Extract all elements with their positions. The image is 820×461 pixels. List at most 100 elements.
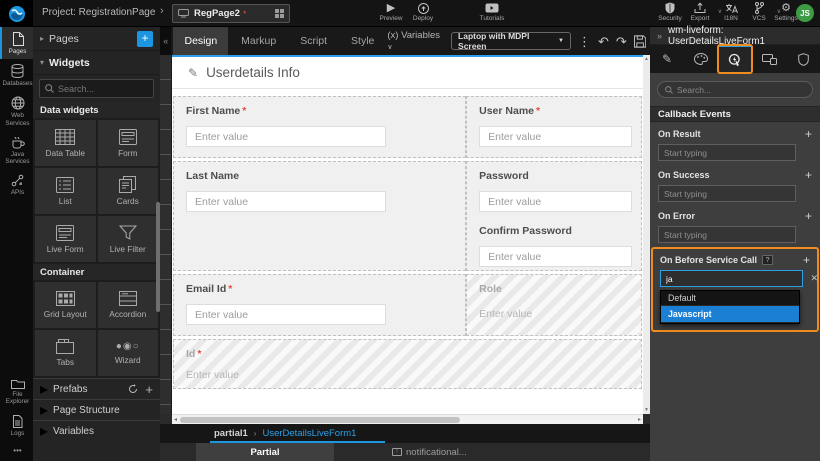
rail-item-file-explorer[interactable]: File Explorer bbox=[0, 373, 33, 409]
field-email-id[interactable]: Email Id* bbox=[173, 274, 466, 336]
export-button[interactable]: Export ∨ bbox=[683, 2, 717, 22]
deploy-button[interactable]: Deploy bbox=[406, 2, 440, 22]
security-button[interactable]: Security bbox=[653, 2, 687, 22]
rail-item-databases[interactable]: Databases bbox=[0, 59, 33, 91]
rail-more-button[interactable]: ••• bbox=[0, 441, 33, 459]
option-javascript[interactable]: Javascript bbox=[661, 306, 799, 323]
pages-grid-icon[interactable] bbox=[275, 9, 284, 18]
last-name-input[interactable] bbox=[186, 191, 386, 212]
email-id-input[interactable] bbox=[186, 304, 386, 325]
widget-live-form[interactable]: Live Form bbox=[35, 216, 96, 262]
widget-live-filter[interactable]: Live Filter bbox=[98, 216, 159, 262]
rail-item-pages[interactable]: Pages bbox=[0, 27, 33, 59]
tab-properties[interactable]: ✎ bbox=[650, 45, 684, 73]
redo-icon[interactable]: ↷ bbox=[616, 35, 627, 48]
page-structure-header[interactable]: ▸ Page Structure bbox=[33, 399, 160, 420]
confirm-password-input[interactable] bbox=[479, 246, 632, 267]
collapse-right-panel-icon[interactable]: » bbox=[657, 31, 662, 41]
collapse-panel-button[interactable]: « bbox=[160, 27, 171, 55]
help-icon[interactable]: ? bbox=[762, 255, 773, 265]
add-on-result-button[interactable]: + bbox=[805, 128, 812, 140]
widgets-section-header[interactable]: ▾ Widgets bbox=[33, 51, 160, 75]
undo-icon[interactable]: ↶ bbox=[598, 35, 609, 48]
widget-search[interactable] bbox=[39, 79, 154, 98]
breadcrumb-root[interactable]: partial1 bbox=[214, 428, 248, 439]
tutorials-button[interactable]: Tutorials bbox=[475, 2, 509, 22]
widget-cards[interactable]: Cards bbox=[98, 168, 159, 214]
scroll-up-icon[interactable]: ▲ bbox=[644, 56, 649, 62]
tab-markup[interactable]: Markup bbox=[230, 27, 287, 55]
clear-input-icon[interactable]: ✕ bbox=[810, 273, 818, 284]
user-avatar[interactable]: JS bbox=[796, 4, 814, 22]
cards-icon bbox=[119, 176, 136, 193]
scroll-right-icon[interactable]: ▸ bbox=[638, 416, 641, 423]
tab-partial[interactable]: Partial bbox=[196, 443, 334, 461]
tab-events[interactable] bbox=[718, 45, 752, 73]
rail-item-apis[interactable]: APIs bbox=[0, 169, 33, 200]
on-error-input[interactable] bbox=[658, 226, 796, 243]
variables-dropdown[interactable]: (x) Variables ∨ bbox=[387, 30, 444, 52]
add-page-button[interactable]: + bbox=[137, 31, 153, 47]
field-last-name[interactable]: Last Name bbox=[173, 161, 466, 271]
add-prefab-button[interactable]: + bbox=[145, 382, 153, 397]
globe-icon bbox=[11, 96, 25, 110]
user-name-input[interactable] bbox=[479, 126, 632, 147]
tab-design[interactable]: Design bbox=[173, 27, 228, 55]
field-first-name[interactable]: First Name* bbox=[173, 96, 466, 158]
device-dropdown[interactable]: Laptop with MDPI Screen▼ bbox=[451, 32, 571, 50]
before-call-input[interactable] bbox=[660, 270, 803, 287]
first-name-input[interactable] bbox=[186, 126, 386, 147]
rail-item-web-services[interactable]: Web Services bbox=[0, 91, 33, 130]
page-selector[interactable]: RegPage2 * bbox=[172, 4, 290, 23]
canvas-vertical-scrollbar[interactable]: ▲▼ bbox=[643, 55, 650, 414]
events-search[interactable] bbox=[657, 81, 813, 98]
tab-script[interactable]: Script bbox=[289, 27, 338, 55]
tab-style[interactable]: Style bbox=[340, 27, 385, 55]
on-result-input[interactable] bbox=[658, 144, 796, 161]
canvas-horizontal-scrollbar[interactable]: ◂ ▸ bbox=[172, 414, 643, 424]
add-on-error-button[interactable]: + bbox=[805, 210, 812, 222]
rail-item-java-services[interactable]: Java Services bbox=[0, 131, 33, 169]
variables-section-header[interactable]: ▸ Variables bbox=[33, 420, 160, 441]
on-success-input[interactable] bbox=[658, 185, 796, 202]
widget-form[interactable]: Form bbox=[98, 120, 159, 166]
event-on-error: On Error + bbox=[650, 204, 820, 245]
rail-item-logs[interactable]: Logs bbox=[0, 410, 33, 441]
prefabs-section-header[interactable]: ▸ Prefabs + bbox=[33, 378, 160, 399]
hscroll-thumb[interactable] bbox=[180, 417, 460, 423]
tab-styles[interactable] bbox=[684, 45, 718, 73]
container-header: Container bbox=[33, 264, 160, 280]
widget-grid-layout[interactable]: Grid Layout bbox=[35, 282, 96, 328]
field-role-hidden[interactable]: Role Enter value bbox=[466, 274, 642, 336]
widget-list[interactable]: List bbox=[35, 168, 96, 214]
refresh-icon[interactable] bbox=[128, 384, 138, 394]
breadcrumb-current[interactable]: UserDetailsLiveForm1 bbox=[262, 428, 356, 439]
scroll-left-icon[interactable]: ◂ bbox=[174, 416, 177, 423]
save-icon[interactable] bbox=[634, 35, 646, 48]
wavemaker-studio: Project: RegistrationPage › RegPage2 * ▶… bbox=[0, 0, 820, 461]
tab-security[interactable] bbox=[786, 45, 820, 73]
events-search-input[interactable] bbox=[677, 85, 787, 95]
add-before-call-button[interactable]: + bbox=[803, 254, 810, 266]
pages-section-header[interactable]: ▸ Pages + bbox=[33, 27, 160, 51]
field-id-hidden[interactable]: Id* Enter value bbox=[173, 339, 642, 389]
field-user-name[interactable]: User Name* bbox=[466, 96, 642, 158]
password-input[interactable] bbox=[479, 191, 632, 212]
tab-notification[interactable]: ! notificational... bbox=[392, 443, 467, 461]
tab-devices[interactable] bbox=[752, 45, 786, 73]
gear-icon: ⚙ bbox=[781, 2, 791, 14]
widget-data-table[interactable]: Data Table bbox=[35, 120, 96, 166]
form-title-bar[interactable]: ✎ Userdetails Info bbox=[172, 57, 643, 89]
widget-wizard[interactable]: ●◉○ Wizard bbox=[98, 330, 159, 376]
field-password-group[interactable]: Password Confirm Password bbox=[466, 161, 642, 271]
add-on-success-button[interactable]: + bbox=[805, 169, 812, 181]
more-options-icon[interactable]: ⋮ bbox=[578, 35, 591, 48]
design-canvas[interactable]: ✎ Userdetails Info First Name* User Name… bbox=[172, 55, 643, 414]
preview-button[interactable]: ▶ Preview bbox=[374, 2, 408, 22]
widget-tabs[interactable]: Tabs bbox=[35, 330, 96, 376]
widget-accordion[interactable]: Accordion bbox=[98, 282, 159, 328]
option-default[interactable]: Default bbox=[661, 291, 799, 306]
wavemaker-logo[interactable] bbox=[0, 0, 33, 27]
scroll-down-icon[interactable]: ▼ bbox=[644, 407, 649, 413]
widget-search-input[interactable] bbox=[58, 84, 148, 94]
